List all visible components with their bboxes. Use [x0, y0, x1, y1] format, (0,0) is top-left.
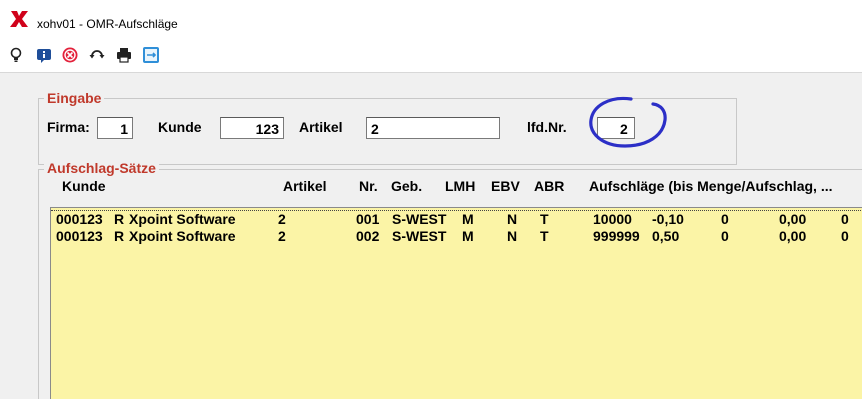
cell-abr: T	[540, 228, 549, 244]
cell-ebv: N	[507, 211, 518, 227]
cell-aufschlag: -0,10	[652, 211, 684, 227]
cell-nr: 001	[356, 211, 380, 227]
info-icon[interactable]	[35, 46, 53, 64]
cell-name: Xpoint Software	[129, 228, 236, 244]
window-title: xohv01 - OMR-Aufschläge	[37, 17, 178, 31]
column-header-ebv[interactable]: EBV	[491, 178, 520, 194]
title-bar: xohv01 - OMR-Aufschläge	[0, 0, 862, 40]
cell-lmh: M	[462, 228, 474, 244]
cell-artikel: 2	[278, 211, 286, 227]
aufschlag-list[interactable]: 000123 R Xpoint Software 2 001 S-WEST M …	[50, 207, 862, 399]
cell-menge: 10000	[593, 211, 632, 227]
cell-name: Xpoint Software	[129, 211, 236, 227]
column-header-aufschlaege[interactable]: Aufschläge (bis Menge/Aufschlag, ...	[589, 178, 832, 194]
cell-aufschlag-2: 0,00	[779, 211, 807, 227]
toolbar	[0, 40, 862, 73]
column-header-abr[interactable]: ABR	[534, 178, 564, 194]
cancel-icon[interactable]	[61, 46, 79, 64]
cell-abr: T	[540, 211, 549, 227]
artikel-field[interactable]: 2	[366, 117, 500, 139]
cell-aufschlag-2: 0,00	[779, 228, 807, 244]
table-row[interactable]: 000123 R Xpoint Software 2 002 S-WEST M …	[51, 228, 862, 244]
table-row[interactable]: 000123 R Xpoint Software 2 001 S-WEST M …	[51, 210, 862, 227]
column-header-nr[interactable]: Nr.	[359, 178, 378, 194]
export-icon[interactable]	[142, 46, 160, 64]
cell-artikel: 2	[278, 228, 286, 244]
cell-kennzeichen: R	[114, 228, 125, 244]
cell-menge-2: 0	[721, 228, 729, 244]
cell-kennzeichen: R	[114, 211, 125, 227]
kunde-label: Kunde	[158, 119, 202, 135]
print-icon[interactable]	[115, 46, 133, 64]
column-header-lmh[interactable]: LMH	[445, 178, 475, 194]
cell-menge-3: 0	[841, 211, 849, 227]
kunde-field[interactable]: 123	[220, 117, 284, 139]
cell-ebv: N	[507, 228, 518, 244]
column-header-artikel[interactable]: Artikel	[283, 178, 327, 194]
firma-label: Firma:	[47, 119, 90, 135]
cell-menge-2: 0	[721, 211, 729, 227]
firma-field[interactable]: 1	[97, 117, 133, 139]
artikel-label: Artikel	[299, 119, 343, 135]
aufschlag-saetze-title: Aufschlag-Sätze	[44, 160, 159, 176]
lightbulb-icon[interactable]	[7, 46, 25, 64]
cell-menge-3: 0	[841, 228, 849, 244]
cell-kunde: 000123	[56, 228, 103, 244]
column-header-geb[interactable]: Geb.	[391, 178, 422, 194]
left-edge	[0, 73, 9, 399]
app-logo-icon	[10, 11, 28, 27]
cell-geb: S-WEST	[392, 211, 447, 227]
cell-aufschlag: 0,50	[652, 228, 680, 244]
cell-geb: S-WEST	[392, 228, 447, 244]
annotation-circle	[589, 96, 667, 148]
cell-lmh: M	[462, 211, 474, 227]
cell-kunde: 000123	[56, 211, 103, 227]
refresh-icon[interactable]	[88, 46, 106, 64]
cell-menge: 999999	[593, 228, 640, 244]
eingabe-group-title: Eingabe	[44, 90, 105, 106]
column-header-kunde[interactable]: Kunde	[62, 178, 106, 194]
lfdnr-label: lfd.Nr.	[527, 119, 567, 135]
cell-nr: 002	[356, 228, 380, 244]
